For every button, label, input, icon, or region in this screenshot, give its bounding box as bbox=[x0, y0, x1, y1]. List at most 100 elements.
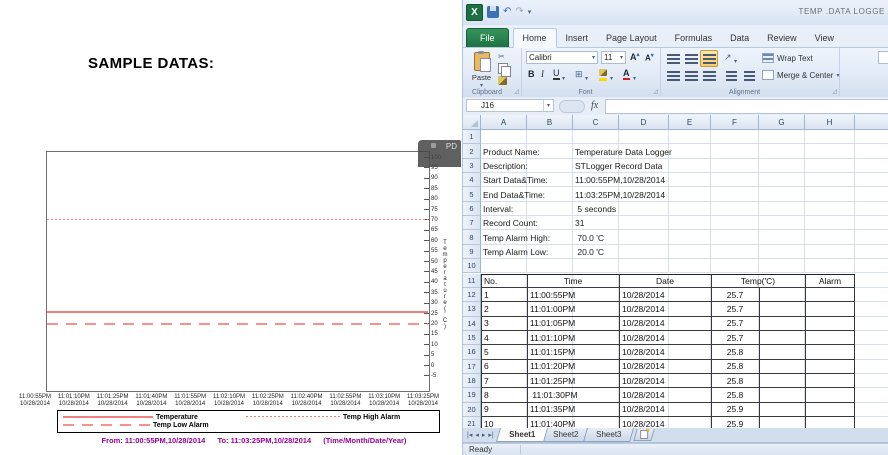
sheet-tab-sheet1[interactable]: Sheet1 bbox=[496, 428, 548, 442]
grid-cell[interactable] bbox=[619, 259, 669, 273]
number-format-combo-partial[interactable] bbox=[878, 51, 888, 64]
row-header[interactable]: 17 bbox=[463, 360, 481, 374]
align-left-button[interactable] bbox=[664, 67, 682, 84]
table-cell[interactable]: 10/28/2014 bbox=[619, 345, 714, 358]
insert-function-icon[interactable]: fx bbox=[591, 100, 598, 111]
row-header[interactable]: 3 bbox=[463, 159, 481, 173]
table-cell[interactable] bbox=[805, 317, 855, 330]
align-top-button[interactable] bbox=[664, 50, 682, 67]
grid-cell[interactable] bbox=[805, 187, 855, 201]
row-header[interactable]: 6 bbox=[463, 202, 481, 216]
table-cell[interactable]: 10/28/2014 bbox=[619, 288, 714, 301]
table-cell[interactable] bbox=[805, 360, 855, 373]
grid-cell[interactable] bbox=[855, 259, 888, 273]
column-header[interactable]: B bbox=[527, 115, 573, 130]
grid-cell[interactable] bbox=[855, 230, 888, 244]
grid-cell[interactable] bbox=[855, 202, 888, 216]
font-size-dropdown-icon[interactable]: ▾ bbox=[620, 54, 623, 61]
ribbon-tab-insert[interactable]: Insert bbox=[557, 29, 598, 47]
grid-cell[interactable] bbox=[855, 130, 888, 144]
row-header[interactable]: 20 bbox=[463, 403, 481, 417]
column-header[interactable]: E bbox=[669, 115, 711, 130]
wrap-text-button[interactable]: Wrap Text bbox=[762, 53, 813, 63]
grid-cell[interactable] bbox=[855, 345, 888, 359]
grid-cell[interactable] bbox=[805, 144, 855, 158]
row-header[interactable]: 19 bbox=[463, 388, 481, 402]
grid-cell[interactable] bbox=[759, 159, 805, 173]
grid-cell[interactable] bbox=[805, 259, 855, 273]
summary-value-cell[interactable]: 31 bbox=[575, 216, 745, 230]
row-header[interactable]: 2 bbox=[463, 144, 481, 158]
align-center-button[interactable] bbox=[682, 67, 700, 84]
grid-cell[interactable] bbox=[619, 130, 669, 144]
row-header[interactable]: 13 bbox=[463, 302, 481, 316]
grid-cell[interactable] bbox=[855, 317, 888, 331]
font-color-button[interactable]: A bbox=[623, 68, 630, 80]
grid-cell[interactable] bbox=[855, 374, 888, 388]
grid-cell[interactable] bbox=[759, 144, 805, 158]
column-header[interactable] bbox=[855, 115, 888, 130]
table-header-cell[interactable]: Alarm bbox=[805, 275, 855, 287]
table-cell[interactable]: 10/28/2014 bbox=[619, 360, 714, 373]
fill-color-button[interactable] bbox=[599, 68, 607, 81]
orientation-button[interactable]: ↗ bbox=[724, 52, 732, 63]
table-cell[interactable]: 25.9 bbox=[711, 403, 759, 416]
row-header[interactable]: 16 bbox=[463, 345, 481, 359]
row-header[interactable]: 5 bbox=[463, 187, 481, 201]
grid-cell[interactable] bbox=[855, 288, 888, 302]
table-header-cell[interactable]: Date bbox=[619, 275, 711, 287]
sheet-nav-next-icon[interactable]: ▸ bbox=[481, 431, 487, 439]
row-header[interactable]: 14 bbox=[463, 317, 481, 331]
table-cell[interactable]: 5 bbox=[481, 345, 530, 358]
column-header[interactable]: G bbox=[759, 115, 805, 130]
table-header-cell[interactable]: Time bbox=[527, 275, 619, 287]
summary-value-cell[interactable]: 20.0 'C bbox=[575, 245, 745, 259]
cut-icon[interactable]: ✂ bbox=[498, 52, 505, 61]
grid-cell[interactable] bbox=[855, 245, 888, 259]
column-header[interactable]: F bbox=[711, 115, 759, 130]
grid-cell[interactable] bbox=[527, 130, 573, 144]
ribbon-tab-home[interactable]: Home bbox=[513, 28, 557, 48]
ribbon-tab-view[interactable]: View bbox=[806, 29, 843, 47]
grow-font-button[interactable]: A▴ bbox=[630, 51, 640, 62]
borders-dropdown-icon[interactable]: ▾ bbox=[585, 72, 588, 82]
table-cell[interactable]: 11:01:20PM bbox=[527, 360, 622, 373]
row-header[interactable]: 4 bbox=[463, 173, 481, 187]
grid-cell[interactable] bbox=[805, 230, 855, 244]
font-color-dropdown-icon[interactable]: ▾ bbox=[633, 72, 636, 82]
excel-logo-icon[interactable]: X bbox=[466, 4, 483, 21]
table-cell[interactable]: 25.9 bbox=[711, 417, 759, 428]
orientation-dropdown-icon[interactable]: ▾ bbox=[734, 55, 737, 65]
paste-button[interactable]: Paste ▾ bbox=[466, 50, 497, 94]
increase-indent-button[interactable] bbox=[740, 67, 758, 84]
sheet-nav-first-icon[interactable]: |◂ bbox=[466, 431, 473, 439]
clipboard-dialog-launcher-icon[interactable]: ◿ bbox=[514, 88, 519, 95]
column-header[interactable]: D bbox=[619, 115, 669, 130]
table-cell[interactable]: 9 bbox=[481, 403, 530, 416]
row-header[interactable]: 9 bbox=[463, 245, 481, 259]
table-cell[interactable]: 25.7 bbox=[711, 317, 759, 330]
table-cell[interactable]: 25.8 bbox=[711, 374, 759, 387]
table-header-cell[interactable]: Temp('C) bbox=[711, 275, 805, 287]
grid-cell[interactable] bbox=[669, 130, 711, 144]
grid-cell[interactable] bbox=[805, 202, 855, 216]
grid-cell[interactable] bbox=[855, 159, 888, 173]
grid-cell[interactable] bbox=[855, 360, 888, 374]
grid-cell[interactable] bbox=[855, 274, 888, 288]
row-header[interactable]: 21 bbox=[463, 417, 481, 428]
table-cell[interactable] bbox=[759, 302, 805, 315]
table-cell[interactable]: 25.8 bbox=[711, 388, 759, 401]
save-icon[interactable] bbox=[487, 6, 499, 18]
grid-cell[interactable] bbox=[855, 144, 888, 158]
column-header[interactable]: C bbox=[573, 115, 619, 130]
grid-cell[interactable] bbox=[759, 245, 805, 259]
qat-customize-icon[interactable]: ▾ bbox=[528, 8, 532, 16]
formula-input[interactable] bbox=[605, 99, 888, 114]
table-cell[interactable]: 25.7 bbox=[711, 331, 759, 344]
table-cell[interactable] bbox=[805, 388, 855, 401]
summary-value-cell[interactable]: STLogger Record Data bbox=[575, 159, 745, 173]
grid-cell[interactable] bbox=[805, 245, 855, 259]
grid-cell[interactable] bbox=[855, 331, 888, 345]
table-cell[interactable]: 11:01:25PM bbox=[527, 374, 622, 387]
table-cell[interactable]: 10/28/2014 bbox=[619, 302, 714, 315]
